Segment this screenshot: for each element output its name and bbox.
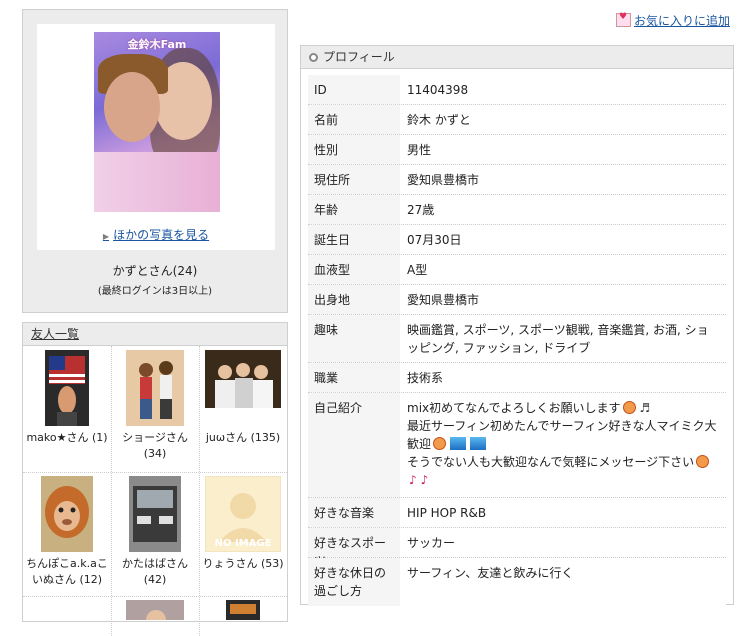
friend-item[interactable]	[111, 596, 199, 626]
music-note-icon: ♪	[420, 473, 429, 487]
profile-value: 愛知県豊橋市	[400, 165, 726, 194]
profile-value: 11404398	[400, 75, 726, 104]
profile-panel: プロフィール ID 11404398 名前 鈴木 かずと 性別 男性 現住所 愛知県豊橋…	[300, 45, 734, 606]
profile-key: 職業	[308, 363, 400, 392]
profile-value: A型	[400, 255, 726, 284]
wave-icon	[450, 437, 467, 450]
add-to-favorites-link[interactable]: お気に入りに追加	[616, 12, 730, 29]
friend-name[interactable]: ショージさん (34)	[113, 430, 197, 462]
profile-key: 現住所	[308, 165, 400, 194]
friend-name[interactable]: juωさん (135)	[201, 430, 285, 446]
profile-card: 金鈴木Fam ▶ ほかの写真を見る かずとさん(24) (最終ログインは3日以上)	[22, 9, 288, 313]
photo-frame: 金鈴木Fam ▶ ほかの写真を見る	[37, 24, 275, 250]
last-login: (最終ログインは3日以上)	[97, 286, 213, 297]
profile-key: 性別	[308, 135, 400, 164]
profile-key: 自己紹介	[308, 393, 400, 497]
profile-key: 出身地	[308, 285, 400, 314]
profile-key: 好きなスポーツ	[308, 528, 400, 568]
photo-stamp-text: 金鈴木Fam	[127, 38, 187, 51]
profile-key: ID	[308, 75, 400, 104]
friend-item[interactable]: mako★さん (1)	[23, 346, 111, 470]
friend-thumbnail[interactable]	[126, 350, 184, 426]
friend-item[interactable]	[199, 596, 287, 626]
intro-line-3: そうでない人も大歓迎なんで気軽にメッセージ下さい	[407, 455, 695, 469]
profile-name: かずとさん(24)	[112, 264, 198, 278]
profile-key: 好きな音楽	[308, 498, 400, 527]
profile-row: 好きなスポーツサッカー	[308, 528, 726, 568]
self-introduction: mix初めてなんでよろしくお願いします ♬ 最近サーフィン初めたんでサーフィン好き…	[400, 393, 726, 497]
friend-item[interactable]: NO IMAGE りょうさん (53)	[199, 472, 287, 596]
profile-row: 趣味 映画鑑賞, スポーツ, スポーツ観戦, 音楽鑑賞, お酒, ショッピング, …	[308, 315, 726, 363]
profile-value: 男性	[400, 135, 726, 164]
profile-key: 趣味	[308, 315, 400, 362]
intro-line-1: mix初めてなんでよろしくお願いします	[407, 401, 621, 415]
friends-header[interactable]: 友人一覧	[23, 323, 287, 346]
favorite-heart-icon	[616, 12, 631, 27]
smile-emoji-icon	[696, 455, 710, 468]
friend-thumbnail[interactable]	[205, 350, 281, 408]
friend-thumbnail[interactable]	[41, 476, 93, 552]
friend-item[interactable]: ちんぽこa.k.aこいぬさん (12)	[23, 472, 111, 596]
profile-row: 血液型 A型	[308, 255, 726, 285]
profile-key: 年齢	[308, 195, 400, 224]
friend-thumbnail[interactable]	[126, 600, 184, 620]
no-image-placeholder[interactable]: NO IMAGE	[205, 476, 281, 552]
add-to-favorites-label: お気に入りに追加	[634, 14, 731, 28]
profile-key: 血液型	[308, 255, 400, 284]
more-photos-label: ほかの写真を見る	[113, 228, 210, 242]
profile-header-label: プロフィール	[323, 50, 395, 64]
circle-bullet-icon	[309, 53, 318, 62]
no-image-text: NO IMAGE	[215, 538, 272, 549]
profile-value: 鈴木 かずと	[400, 105, 726, 134]
friend-name[interactable]: mako★さん (1)	[25, 430, 109, 446]
profile-row: 好きな音楽 HIP HOP R&B	[308, 498, 726, 528]
friend-name[interactable]: りょうさん (53)	[201, 556, 285, 572]
profile-row: ID 11404398	[308, 75, 726, 105]
surf-icon	[470, 437, 487, 450]
profile-header: プロフィール	[301, 46, 733, 69]
profile-row: 性別 男性	[308, 135, 726, 165]
profile-row: 名前 鈴木 かずと	[308, 105, 726, 135]
profile-row: 職業 技術系	[308, 363, 726, 393]
more-photos-link[interactable]: ▶ ほかの写真を見る	[37, 226, 275, 243]
friend-item[interactable]: ショージさん (34)	[111, 346, 199, 470]
profile-value: 07月30日	[400, 225, 726, 254]
profile-row: 出身地 愛知県豊橋市	[308, 285, 726, 315]
profile-value: HIP HOP R&B	[400, 498, 726, 527]
profile-table: ID 11404398 名前 鈴木 かずと 性別 男性 現住所 愛知県豊橋市 年齢 27歳…	[308, 75, 726, 606]
friend-thumbnail[interactable]	[45, 350, 89, 426]
profile-row: 誕生日 07月30日	[308, 225, 726, 255]
friend-thumbnail[interactable]	[129, 476, 181, 552]
profile-value: サッカー	[400, 528, 726, 557]
profile-row: 現住所 愛知県豊橋市	[308, 165, 726, 195]
friend-item[interactable]: juωさん (135)	[199, 346, 287, 470]
profile-key: 名前	[308, 105, 400, 134]
profile-value: 愛知県豊橋市	[400, 285, 726, 314]
profile-key: 誕生日	[308, 225, 400, 254]
friends-panel: 友人一覧 mako★さん (1) ショージさん (34) juωさん (135)…	[22, 322, 288, 636]
smile-emoji-icon	[433, 437, 447, 450]
music-note-icon: ♬	[639, 401, 651, 415]
profile-photo[interactable]: 金鈴木Fam	[94, 32, 220, 212]
friend-name[interactable]: ちんぽこa.k.aこいぬさん (12)	[25, 556, 109, 588]
music-note-icon: ♪	[409, 473, 417, 487]
profile-value: 27歳	[400, 195, 726, 224]
profile-value: 映画鑑賞, スポーツ, スポーツ観戦, 音楽鑑賞, お酒, ショッピング, ファ…	[400, 315, 726, 362]
profile-row: 好きな休日の過ごし方 サーフィン、友達と飲みに行く	[308, 558, 726, 606]
profile-key: 好きな休日の過ごし方	[308, 558, 400, 606]
profile-value: サーフィン、友達と飲みに行く	[400, 558, 726, 606]
friend-item[interactable]: かたはばさん (42)	[111, 472, 199, 596]
triangle-right-icon: ▶	[102, 232, 110, 241]
friend-name[interactable]: かたはばさん (42)	[113, 556, 197, 588]
profile-row: 年齢 27歳	[308, 195, 726, 225]
profile-row: 自己紹介 mix初めてなんでよろしくお願いします ♬ 最近サーフィン初めたんでサー…	[308, 393, 726, 498]
friend-thumbnail[interactable]	[226, 600, 260, 620]
smile-emoji-icon	[622, 401, 636, 414]
profile-value: 技術系	[400, 363, 726, 392]
